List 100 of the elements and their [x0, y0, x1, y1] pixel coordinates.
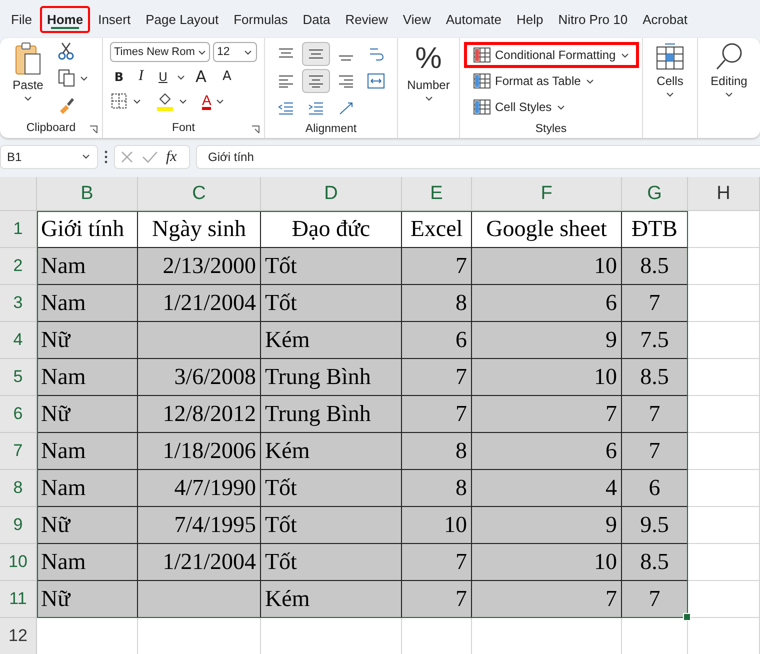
table-cell: 12/8/2012: [138, 396, 261, 433]
table-cell: 7: [402, 359, 472, 396]
italic-button[interactable]: I: [132, 68, 150, 85]
row-header[interactable]: 6: [0, 396, 37, 433]
cells-button[interactable]: Cells: [655, 42, 685, 98]
row-header[interactable]: 5: [0, 359, 37, 396]
table-cell: 7: [622, 396, 688, 433]
row-header[interactable]: 11: [0, 581, 37, 618]
table-cell: Nam: [37, 433, 138, 470]
clipboard-icon: [14, 42, 42, 76]
fill-handle[interactable]: [683, 613, 691, 621]
table-cell: 7: [622, 433, 688, 470]
merge-cells-icon: [367, 73, 385, 89]
styles-menu-button[interactable]: Conditional Formatting: [464, 42, 639, 68]
ribbon-tab[interactable]: View: [396, 6, 438, 32]
table-cell: 7: [402, 396, 472, 433]
middle-align-button[interactable]: [302, 42, 330, 66]
table-cell: 8.5: [622, 359, 688, 396]
styles-menu-button[interactable]: Format as Table: [464, 68, 639, 94]
row-header[interactable]: 10: [0, 544, 37, 581]
group-label: Styles: [535, 123, 567, 135]
name-box[interactable]: B1: [0, 145, 98, 169]
row-header[interactable]: 9: [0, 507, 37, 544]
table-cell: Nữ: [37, 581, 138, 618]
styles-menu-button[interactable]: Cell Styles: [464, 94, 639, 120]
scissors-icon[interactable]: [57, 42, 76, 60]
ribbon-tab[interactable]: Home: [40, 6, 90, 32]
table-cell: Nữ: [37, 322, 138, 359]
group-label: Clipboard: [26, 122, 76, 134]
dialog-launcher-icon[interactable]: [89, 125, 98, 134]
row-header[interactable]: 2: [0, 248, 37, 285]
font-name-dropdown[interactable]: Times New Rom: [110, 42, 210, 62]
table-cell: 7: [622, 581, 688, 618]
ribbon-tab[interactable]: Help: [510, 6, 550, 32]
table-cell: 7.5: [622, 322, 688, 359]
row-header[interactable]: 3: [0, 285, 37, 322]
ribbon-tab[interactable]: Acrobat: [636, 6, 694, 32]
insert-function-button[interactable]: fx: [166, 148, 177, 166]
ribbon-tab[interactable]: Automate: [438, 6, 508, 32]
row-header[interactable]: 8: [0, 470, 37, 507]
dialog-launcher-icon[interactable]: [251, 125, 260, 134]
magnifier-icon: [714, 42, 744, 72]
ribbon-tab[interactable]: Formulas: [226, 6, 295, 32]
indent-icon: [308, 101, 324, 115]
ribbon-tab[interactable]: File: [4, 6, 39, 32]
table-cell: 8: [402, 433, 472, 470]
caret-icon: [620, 51, 630, 59]
column-header[interactable]: B: [37, 177, 138, 211]
ribbon-tab[interactable]: Insert: [91, 6, 138, 32]
caret-icon: [556, 103, 566, 111]
paste-button[interactable]: Paste: [12, 42, 44, 102]
editing-button[interactable]: Editing: [710, 42, 748, 98]
row-header[interactable]: 4: [0, 322, 37, 359]
table-cell: Tốt: [261, 285, 402, 322]
table-cell: Nam: [37, 544, 138, 581]
row-header[interactable]: 7: [0, 433, 37, 470]
column-header[interactable]: E: [402, 177, 472, 211]
align-right-icon: [338, 74, 354, 88]
underline-button[interactable]: U: [154, 70, 172, 84]
number-format-button[interactable]: % Number: [407, 42, 450, 102]
column-header[interactable]: F: [472, 177, 622, 211]
table-cell: 8.5: [622, 544, 688, 581]
borders-icon[interactable]: [110, 92, 128, 110]
check-icon[interactable]: [142, 150, 158, 164]
table-cell: 10: [402, 507, 472, 544]
grow-font-button[interactable]: A: [190, 67, 212, 86]
table-cell: 4/7/1990: [138, 470, 261, 507]
copy-icon[interactable]: [57, 69, 78, 87]
formula-input[interactable]: Giới tính: [196, 145, 760, 169]
table-cell: Trung Bình: [261, 396, 402, 433]
caret-icon: [79, 74, 90, 82]
group-label: Font: [172, 122, 195, 134]
ribbon-tab[interactable]: Page Layout: [138, 6, 226, 32]
table-cell: 1/21/2004: [138, 285, 261, 322]
table-cell: 9.5: [622, 507, 688, 544]
font-color-button[interactable]: A: [202, 92, 212, 110]
shrink-font-button[interactable]: A: [216, 69, 238, 84]
fill-bucket-icon[interactable]: [156, 91, 174, 111]
column-header[interactable]: D: [261, 177, 402, 211]
ribbon-tab[interactable]: Review: [338, 6, 395, 32]
row-header[interactable]: 12: [0, 618, 37, 654]
row-header[interactable]: 1: [0, 211, 37, 248]
bold-button[interactable]: B: [110, 70, 128, 84]
table-cell: 6: [472, 433, 622, 470]
column-header[interactable]: C: [138, 177, 261, 211]
table-cell: 6: [622, 470, 688, 507]
table-cell: Nam: [37, 285, 138, 322]
more-options-icon[interactable]: [104, 150, 108, 164]
table-cell: 9: [472, 322, 622, 359]
align-center-button[interactable]: [302, 69, 330, 93]
caret-icon: [584, 77, 595, 85]
table-cell: 7: [402, 544, 472, 581]
table-cell: 6: [402, 322, 472, 359]
ribbon-tab[interactable]: Nitro Pro 10: [551, 6, 635, 32]
table-cell: Tốt: [261, 544, 402, 581]
column-header[interactable]: G: [622, 177, 688, 211]
column-header[interactable]: H: [688, 177, 760, 211]
font-size-dropdown[interactable]: 12: [213, 42, 257, 62]
ribbon-tab[interactable]: Data: [296, 6, 338, 32]
table-cell: Nữ: [37, 507, 138, 544]
